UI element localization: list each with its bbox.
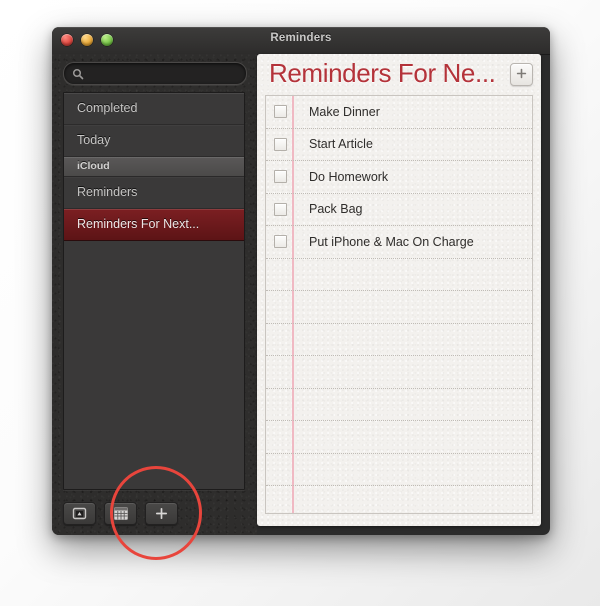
reminder-title: Put iPhone & Mac On Charge	[309, 234, 474, 249]
sidebar-item-reminders[interactable]: Reminders	[64, 177, 244, 209]
reminder-title: Do Homework	[309, 169, 389, 184]
reminders-window: Reminders Completed Today iCloud Reminde…	[52, 27, 550, 535]
table-row[interactable]: Start Article	[266, 129, 532, 161]
reminder-paper: Make Dinner Start Article Do Homework Pa…	[265, 95, 533, 514]
sidebar-item-label: Completed	[77, 101, 138, 115]
empty-row[interactable]	[266, 389, 532, 421]
reminder-title: Make Dinner	[309, 104, 380, 119]
search-input[interactable]	[89, 63, 238, 86]
reminder-detail-panel: Reminders For Ne... Make Dinner Start Ar…	[257, 54, 541, 526]
search-field[interactable]	[63, 62, 247, 86]
table-row[interactable]: Do Homework	[266, 161, 532, 194]
table-row[interactable]: Put iPhone & Mac On Charge	[266, 226, 532, 259]
list-title-bar: Reminders For Ne...	[257, 54, 541, 95]
reminder-checkbox[interactable]	[274, 137, 287, 151]
reminder-checkbox[interactable]	[274, 235, 287, 249]
box-arrow-up-icon	[72, 507, 87, 520]
reminder-title: Start Article	[309, 137, 373, 152]
add-reminder-button[interactable]	[510, 63, 533, 86]
reminder-checkbox[interactable]	[274, 105, 287, 119]
calendar-view-button[interactable]	[104, 502, 137, 525]
page-title: Reminders For Ne...	[269, 58, 496, 88]
sidebar-item-label: Reminders	[77, 185, 138, 199]
show-calendar-sidebar-button[interactable]	[63, 502, 96, 525]
sidebar-item-today[interactable]: Today	[64, 125, 244, 157]
sidebar: Completed Today iCloud Reminders Reminde…	[52, 54, 257, 535]
window-titlebar: Reminders	[52, 27, 550, 55]
table-row[interactable]: Pack Bag	[266, 194, 532, 226]
sidebar-toolbar	[63, 502, 178, 525]
reminder-checkbox[interactable]	[274, 202, 287, 216]
empty-row[interactable]	[266, 421, 532, 454]
calendar-grid-icon	[113, 507, 128, 520]
search-icon	[72, 67, 84, 80]
window-title: Reminders	[270, 32, 332, 44]
sidebar-item-completed[interactable]: Completed	[64, 93, 244, 125]
empty-row[interactable]	[266, 259, 532, 291]
reminder-checkbox[interactable]	[274, 170, 287, 184]
sidebar-group-icloud[interactable]: iCloud	[64, 157, 244, 177]
table-row[interactable]: Make Dinner	[266, 96, 532, 129]
sidebar-item-reminders-for-next[interactable]: Reminders For Next...	[64, 209, 244, 241]
empty-row[interactable]	[266, 291, 532, 324]
plus-icon	[516, 66, 527, 84]
plus-icon	[155, 507, 168, 520]
sidebar-item-label: Reminders For Next...	[77, 217, 200, 231]
reminder-rows: Make Dinner Start Article Do Homework Pa…	[266, 96, 532, 513]
add-list-button[interactable]	[145, 502, 178, 525]
empty-row[interactable]	[266, 356, 532, 389]
empty-row[interactable]	[266, 324, 532, 356]
reminder-title: Pack Bag	[309, 202, 363, 217]
sidebar-list: Completed Today iCloud Reminders Reminde…	[63, 92, 245, 490]
sidebar-group-label: iCloud	[77, 160, 110, 172]
empty-row[interactable]	[266, 486, 532, 513]
sidebar-item-label: Today	[77, 133, 111, 147]
empty-row[interactable]	[266, 454, 532, 486]
